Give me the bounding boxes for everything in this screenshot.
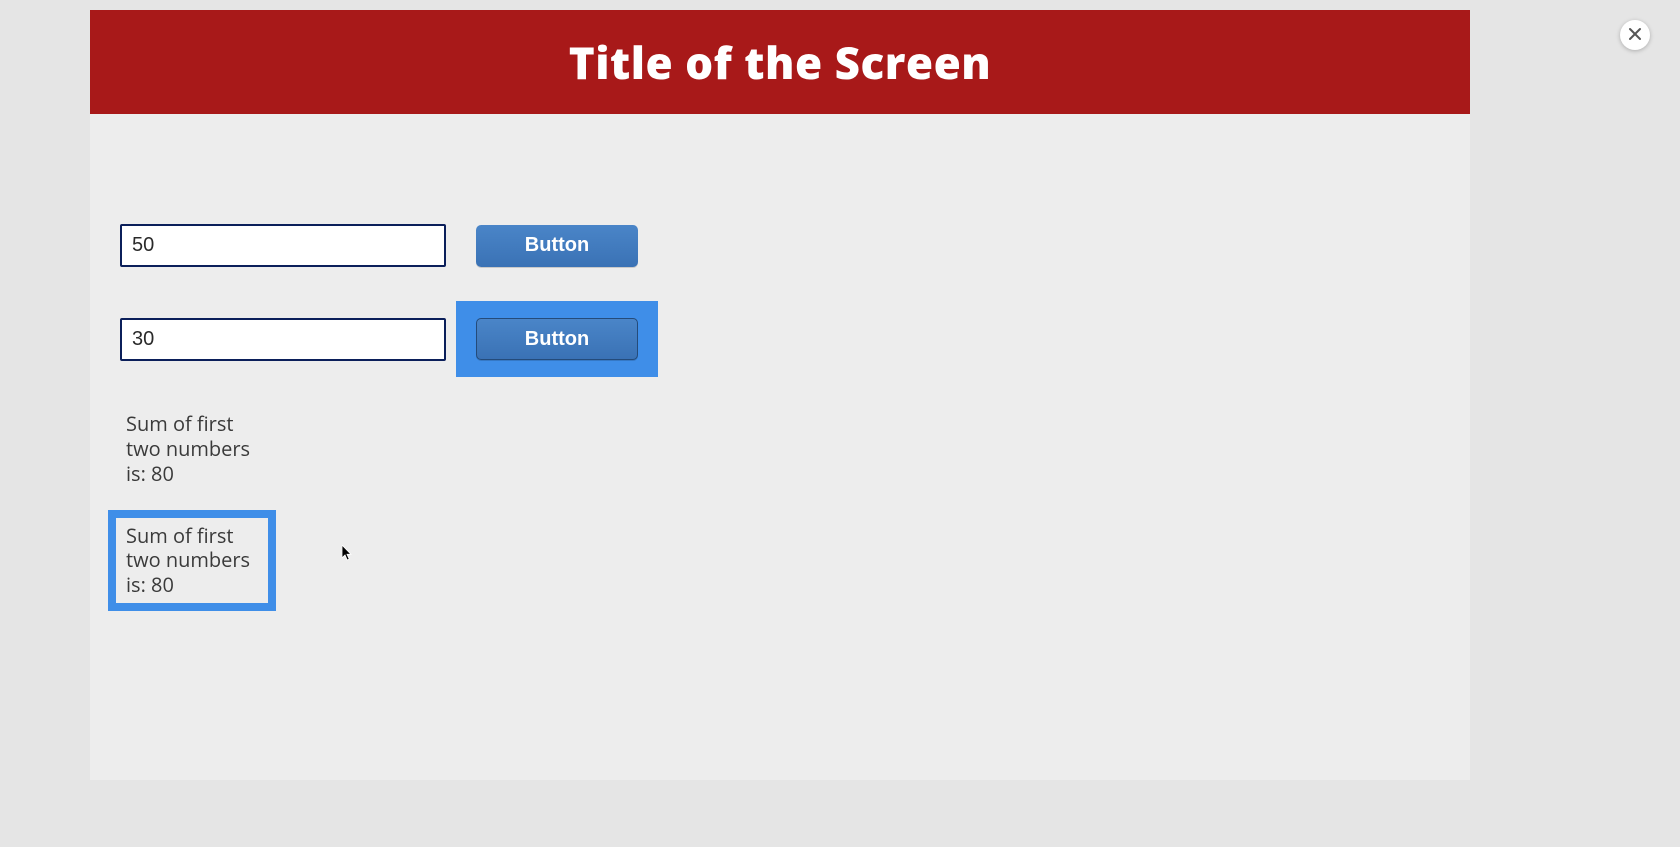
sum-output-text-highlighted: Sum of first two numbers is: 80 <box>126 524 258 597</box>
sum-output-text: Sum of first two numbers is: 80 <box>126 411 266 486</box>
mouse-cursor-icon <box>342 544 354 566</box>
close-button[interactable] <box>1620 20 1650 50</box>
row-1: Button <box>120 224 1440 267</box>
screen-container: Title of the Screen Button Button Sum of… <box>90 10 1470 780</box>
screen-header: Title of the Screen <box>90 10 1470 114</box>
button-1[interactable]: Button <box>476 225 638 267</box>
button-2[interactable]: Button <box>476 318 638 360</box>
sum-output-highlight: Sum of first two numbers is: 80 <box>108 510 276 611</box>
button-2-highlight: Button <box>456 301 658 377</box>
screen-title: Title of the Screen <box>569 32 992 92</box>
second-number-input[interactable] <box>120 318 446 361</box>
content-area: Button Button Sum of first two numbers i… <box>90 114 1470 641</box>
close-icon <box>1628 27 1642 44</box>
first-number-input[interactable] <box>120 224 446 267</box>
row-2: Button <box>120 301 1440 377</box>
